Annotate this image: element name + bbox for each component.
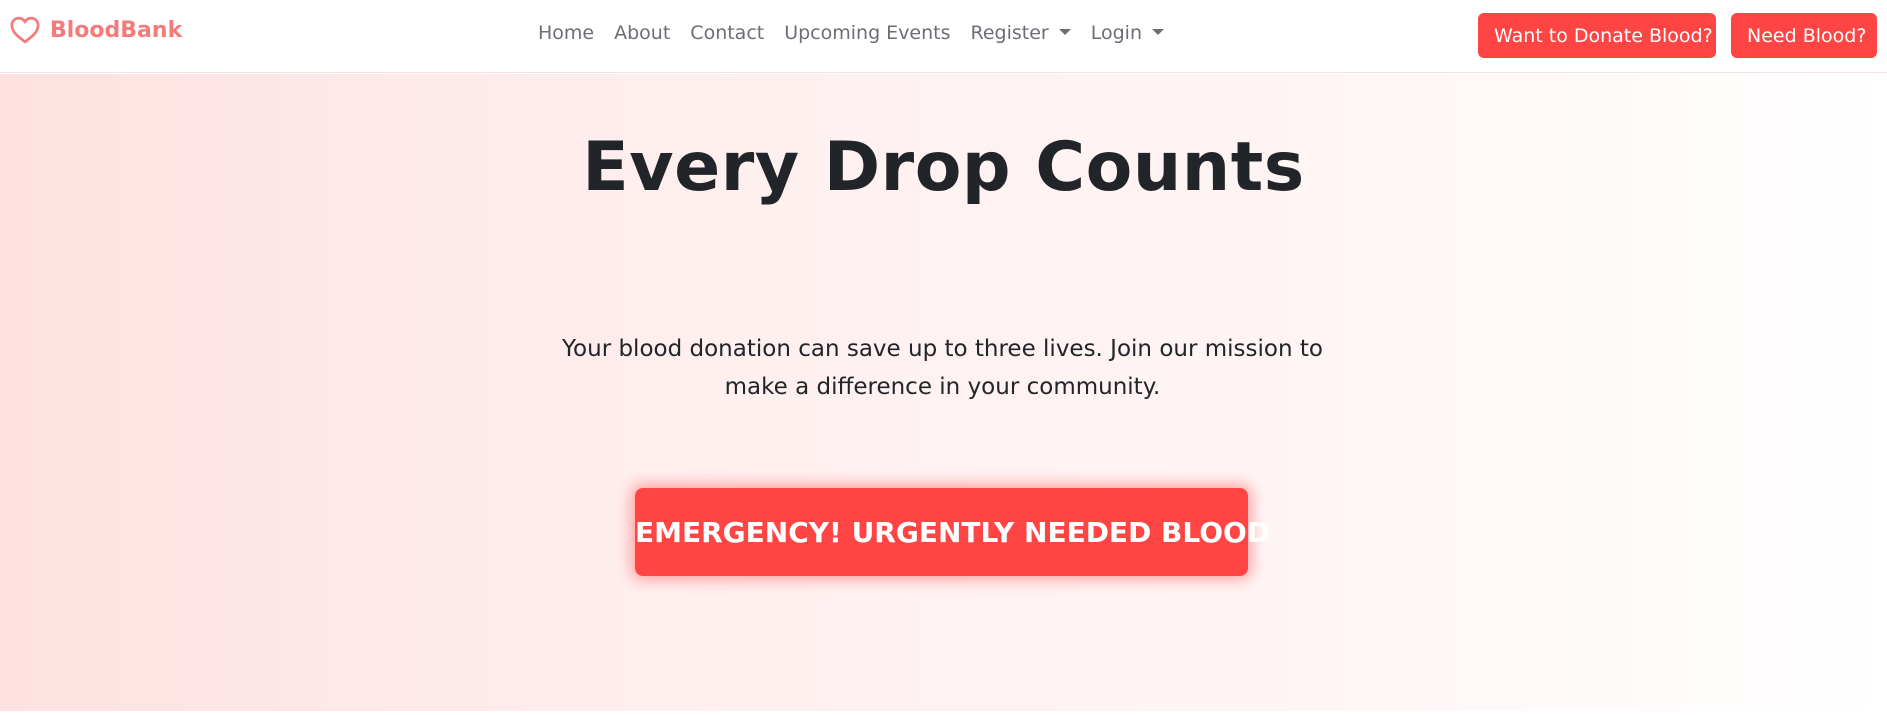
navbar: BloodBank Home About Contact Upcoming Ev… <box>0 0 1887 73</box>
hero-title: Every Drop Counts <box>582 128 1305 207</box>
donate-blood-button[interactable]: Want to Donate Blood? <box>1478 13 1716 58</box>
brand-link[interactable]: BloodBank <box>10 16 182 44</box>
caret-down-icon <box>1152 29 1165 35</box>
nav-link-home[interactable]: Home <box>538 22 594 44</box>
nav-dropdown-login-label: Login <box>1090 22 1143 44</box>
brand-name: BloodBank <box>50 17 183 43</box>
heart-icon <box>10 16 40 44</box>
hero-divider <box>0 711 1887 715</box>
need-blood-button[interactable]: Need Blood? <box>1731 13 1877 58</box>
nav-links: Home About Contact Upcoming Events Regis… <box>538 22 1165 44</box>
nav-link-contact[interactable]: Contact <box>690 22 764 44</box>
hero-description: Your blood donation can save up to three… <box>562 336 1323 400</box>
nav-dropdown-register[interactable]: Register <box>971 22 1071 44</box>
nav-link-upcoming-events[interactable]: Upcoming Events <box>784 22 950 44</box>
nav-dropdown-register-label: Register <box>970 22 1049 44</box>
caret-down-icon <box>1058 29 1071 35</box>
emergency-blood-button[interactable]: EMERGENCY! URGENTLY NEEDED BLOOD <box>635 488 1270 576</box>
nav-link-about[interactable]: About <box>614 22 670 44</box>
nav-dropdown-login[interactable]: Login <box>1090 22 1165 44</box>
